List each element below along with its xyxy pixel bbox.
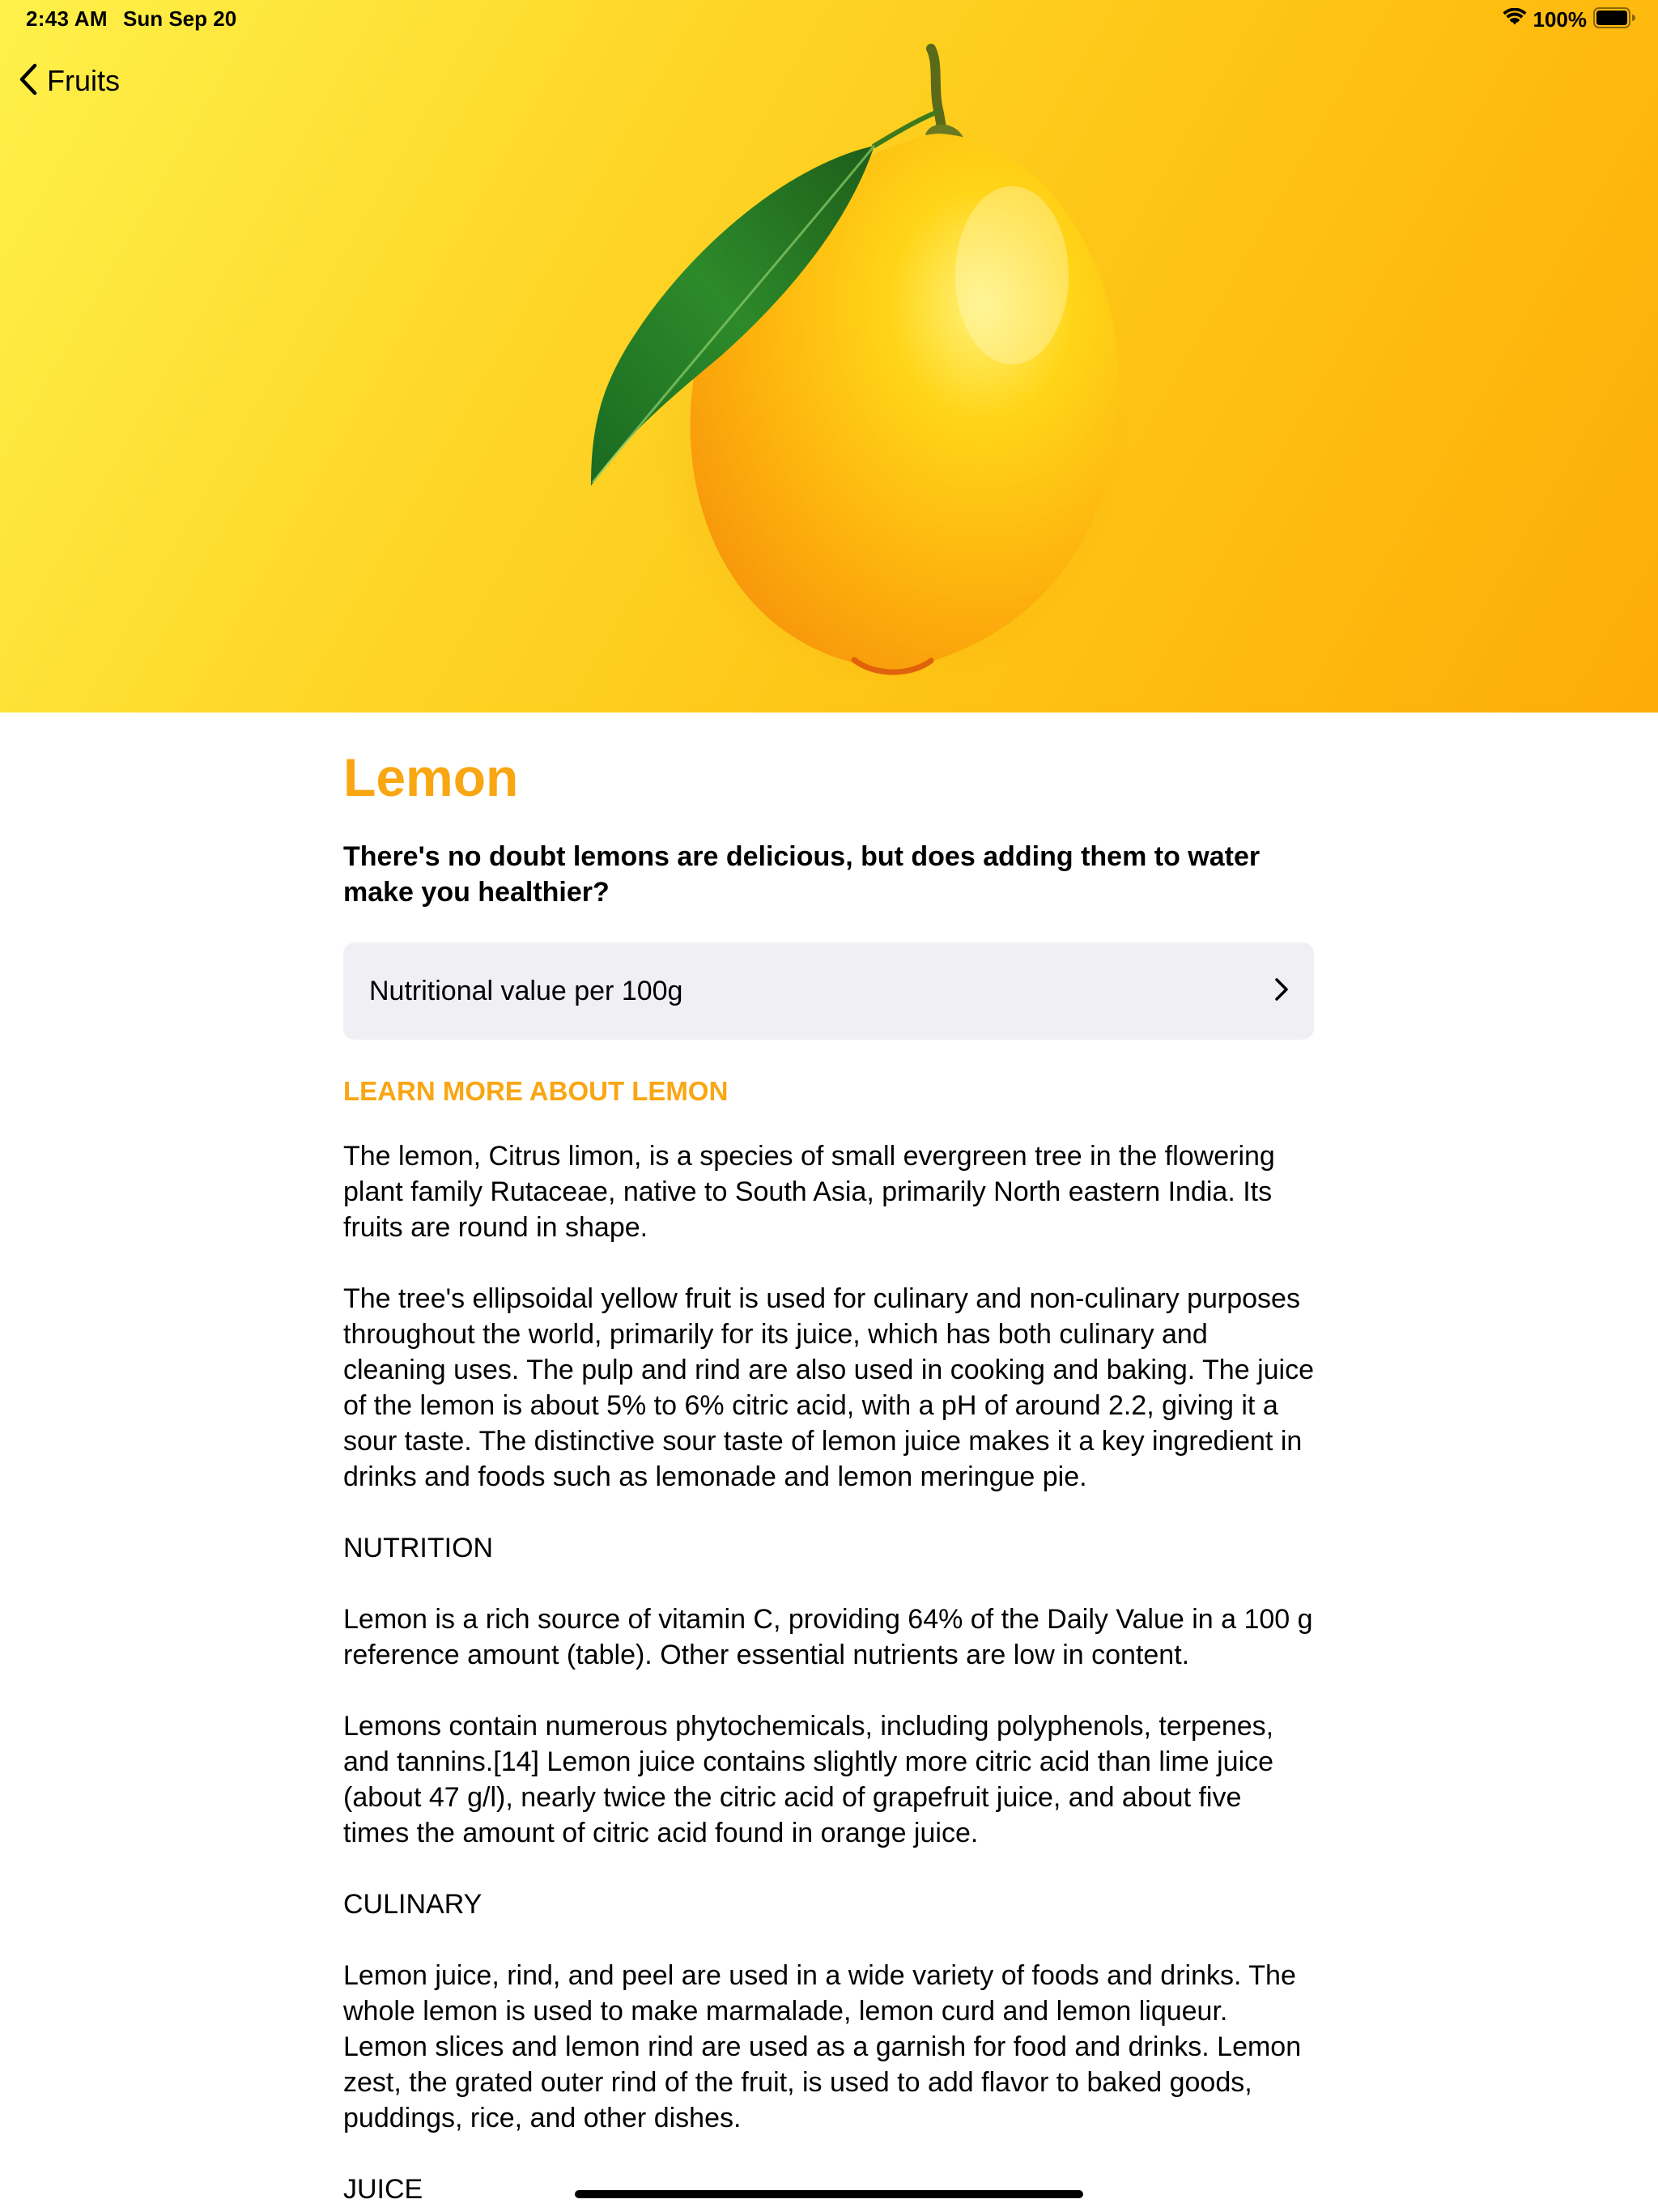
learn-more-heading: LEARN MORE ABOUT LEMON bbox=[343, 1076, 729, 1106]
article-subtitle: There's no doubt lemons are delicious, b… bbox=[343, 841, 1261, 908]
home-indicator[interactable] bbox=[575, 2190, 1083, 2198]
paragraph: Lemon is a rich source of vitamin C, pro… bbox=[343, 1604, 1313, 1670]
nutrition-row-label: Nutritional value per 100g bbox=[369, 975, 683, 1006]
lemon-image bbox=[591, 44, 1133, 680]
back-button-label: Fruits bbox=[47, 64, 120, 97]
paragraph: Lemon juice, rind, and peel are used in … bbox=[343, 1960, 1302, 2133]
section-label-culinary: CULINARY bbox=[343, 1889, 483, 1920]
paragraph: The tree's ellipsoidal yellow fruit is u… bbox=[343, 1283, 1314, 1492]
status-date: Sun Sep 20 bbox=[123, 6, 237, 31]
wifi-icon bbox=[1503, 7, 1527, 32]
section-label-nutrition: NUTRITION bbox=[343, 1533, 494, 1563]
back-button[interactable]: Fruits bbox=[18, 60, 120, 102]
chevron-left-icon bbox=[18, 62, 39, 100]
article-body: The lemon, Citrus limon, is a species of… bbox=[343, 1138, 1315, 2207]
paragraph: The lemon, Citrus limon, is a species of… bbox=[343, 1141, 1275, 1243]
status-time: 2:43 AM bbox=[26, 6, 108, 31]
hero-banner: 2:43 AM Sun Sep 20 100% Fruits bbox=[0, 0, 1658, 713]
fruit-detail-screen: 2:43 AM Sun Sep 20 100% Fruits Lemon The… bbox=[0, 0, 1658, 2212]
nutrition-value-row[interactable]: Nutritional value per 100g bbox=[343, 942, 1314, 1040]
battery-icon bbox=[1593, 6, 1635, 32]
section-label-juice: JUICE bbox=[343, 2174, 423, 2205]
article-content: Lemon There's no doubt lemons are delici… bbox=[343, 729, 1315, 2212]
status-indicators: 100% bbox=[1503, 6, 1635, 32]
paragraph: Lemons contain numerous phytochemicals, … bbox=[343, 1711, 1274, 1848]
page-title: Lemon bbox=[343, 747, 519, 807]
chevron-right-icon bbox=[1273, 977, 1290, 1006]
battery-percentage: 100% bbox=[1533, 6, 1588, 32]
